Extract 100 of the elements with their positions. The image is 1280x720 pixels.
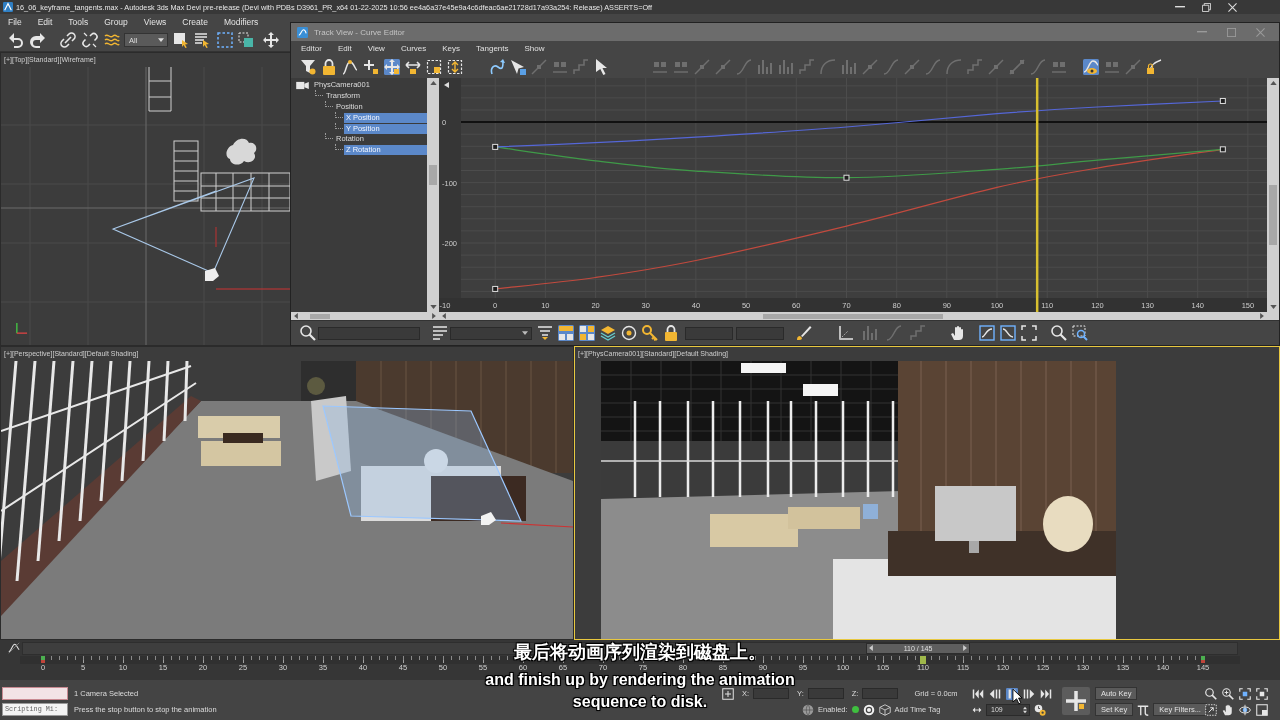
orbit-icon[interactable] [1239,704,1251,716]
menu-item[interactable]: Modifiers [215,16,267,27]
hand-icon[interactable] [1222,704,1234,716]
add-keys-icon[interactable] [363,59,379,75]
key-marker-icon[interactable] [1219,97,1226,104]
coordinate-field[interactable] [753,688,790,699]
caret-icon[interactable] [522,331,528,335]
scroll-thumb[interactable] [763,313,943,319]
filter-icon[interactable] [300,59,316,75]
lock-icon[interactable] [321,59,337,75]
number-field[interactable] [736,326,784,340]
rectangle-selection-icon[interactable] [217,32,233,48]
key-marker-icon[interactable] [492,285,499,292]
menu-item[interactable]: Views [135,16,175,27]
menu-item[interactable]: View [359,44,393,53]
key-marker-icon[interactable] [843,174,850,181]
minimize-icon[interactable] [1175,6,1185,8]
go-to-end-icon[interactable] [1040,687,1052,700]
ring-icon[interactable] [862,703,875,716]
clock-gear-icon[interactable] [1034,703,1046,716]
plus-icon[interactable] [1062,687,1090,715]
zoom-icon[interactable] [1051,325,1067,341]
caret-left-icon[interactable] [442,313,446,319]
target-icon[interactable] [621,325,637,341]
link-icon[interactable] [60,32,76,48]
slide-keys-icon[interactable] [405,59,421,75]
spinner-icon[interactable] [1023,705,1027,714]
menu-item[interactable]: Curves [392,44,435,53]
go-to-start-icon[interactable] [972,687,984,700]
caret-down-icon[interactable] [1269,305,1277,309]
sphere-icon[interactable] [802,703,814,716]
restore-icon[interactable] [1202,2,1211,12]
listener-output-field[interactable] [2,687,68,700]
zoom-in-icon[interactable] [1222,688,1234,700]
move-keys-icon[interactable] [384,59,400,75]
menu-item[interactable]: Create [174,16,216,27]
scale-values-icon[interactable] [447,59,463,75]
cube-icon[interactable] [878,703,891,716]
caret-left-icon[interactable] [869,645,873,651]
list-icon[interactable] [432,325,448,341]
zoom-extents-icon[interactable] [1256,688,1268,700]
menu-item[interactable]: Editor [293,44,330,53]
key-icon[interactable] [642,325,658,341]
menu-item[interactable]: Edit [29,16,61,27]
scrollbar[interactable] [427,78,439,312]
number-field[interactable] [685,326,733,340]
curve-lock-icon[interactable] [1146,59,1162,75]
scroll-thumb[interactable] [429,165,437,185]
magnifier-icon[interactable] [300,325,316,341]
time-slider-line[interactable] [1035,78,1039,312]
key-grid-icon[interactable] [558,325,574,341]
caret-right-icon[interactable] [963,645,967,651]
caret-up-icon[interactable] [1269,81,1277,85]
previous-frame-icon[interactable] [989,687,1001,700]
caret-icon[interactable] [158,38,164,42]
dashed-box-arrow-icon[interactable] [1205,704,1217,716]
key-grid-icon[interactable] [579,325,595,341]
pi-symbol-icon[interactable] [1137,703,1150,716]
menu-item[interactable]: Group [96,16,136,27]
caret-down-icon[interactable] [429,305,437,309]
redo-icon[interactable] [30,32,46,48]
window-crossing-icon[interactable] [238,32,254,48]
coordinate-field[interactable] [807,688,844,699]
axis-icon[interactable] [838,325,854,341]
scrollbar[interactable] [291,312,439,320]
curve-eye-icon[interactable] [1083,59,1099,75]
scroll-thumb[interactable] [310,313,330,319]
text-field[interactable] [318,326,420,340]
hand-icon[interactable] [950,325,966,341]
filter-lines-icon[interactable] [537,325,553,341]
caret-up-icon[interactable] [429,81,437,85]
menu-item[interactable]: Keys [434,44,469,53]
unlink-icon[interactable] [82,32,98,48]
caret-left-icon[interactable] [294,313,298,319]
zoom-extents-icon[interactable] [1239,688,1251,700]
select-by-name-icon[interactable] [194,32,210,48]
curve-dot-icon[interactable] [342,59,358,75]
key-marker-icon[interactable] [1219,146,1226,153]
undo-icon[interactable] [8,32,24,48]
scroll-thumb[interactable] [1269,185,1277,245]
zoom-region-icon[interactable] [1072,325,1088,341]
menu-item[interactable]: Tangents [468,44,517,53]
dropdown-field[interactable] [450,326,532,340]
coordinate-field[interactable] [862,688,899,699]
menu-item[interactable]: File [0,16,30,27]
maximize-viewport-icon[interactable] [1256,704,1268,716]
caret-right-icon[interactable] [432,313,436,319]
lock-icon[interactable] [663,325,679,341]
menu-item[interactable]: Edit [329,44,360,53]
frame-corners-icon[interactable] [1021,325,1037,341]
select-object-icon[interactable] [173,32,189,48]
brush-icon[interactable] [796,325,812,341]
frame-curve-icon[interactable] [1000,325,1016,341]
magnifier-icon[interactable] [1205,688,1217,700]
next-frame-icon[interactable] [1023,687,1035,700]
menu-item[interactable]: Show [516,44,553,53]
scale-keys-icon[interactable] [426,59,442,75]
frame-curve-icon[interactable] [979,325,995,341]
curve-arrow-icon[interactable] [489,59,505,75]
wavy-lines-icon[interactable] [104,32,120,48]
